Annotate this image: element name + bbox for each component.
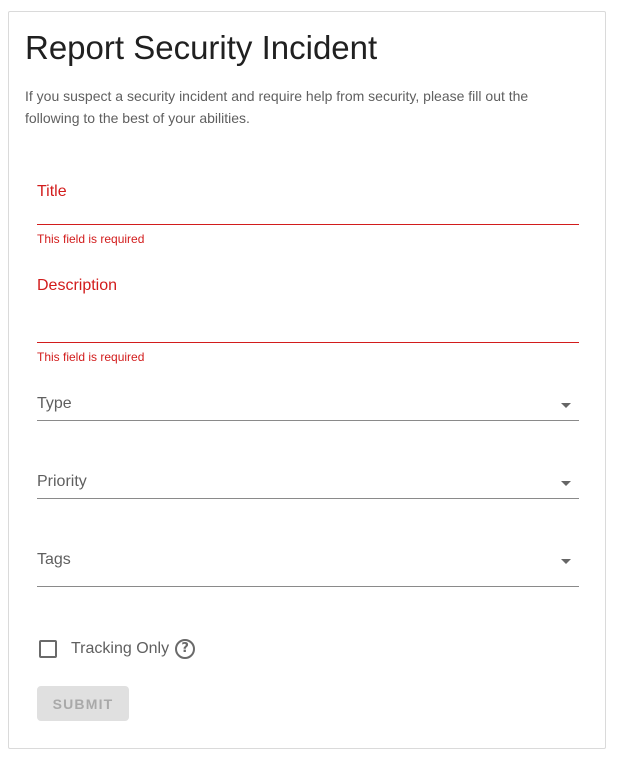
tags-select[interactable]: Tags <box>37 546 579 588</box>
chevron-down-icon <box>561 559 571 564</box>
type-select-underline <box>37 420 579 421</box>
help-circle-icon[interactable]: ? <box>175 639 196 659</box>
description-field[interactable]: Description This field is required <box>37 272 579 368</box>
tags-select-underline <box>37 586 579 587</box>
form-intro-text: If you suspect a security incident and r… <box>25 88 529 126</box>
incident-form-card: Report Security Incident If you suspect … <box>8 11 606 749</box>
priority-select[interactable]: Priority <box>37 468 579 500</box>
page-title: Report Security Incident <box>25 29 378 66</box>
chevron-down-icon <box>561 403 571 408</box>
tags-select-label: Tags <box>37 551 71 568</box>
title-field-underline <box>37 224 579 225</box>
type-select[interactable]: Type <box>37 390 579 422</box>
chevron-down-icon <box>561 481 571 486</box>
description-field-underline <box>37 342 579 343</box>
submit-button[interactable]: SUBMIT <box>37 686 129 721</box>
tracking-only-row: Tracking Only ? <box>39 637 196 661</box>
tracking-only-checkbox[interactable] <box>39 640 57 658</box>
description-field-label: Description <box>37 277 118 294</box>
priority-select-underline <box>37 498 579 499</box>
type-select-label: Type <box>37 395 72 412</box>
title-field[interactable]: Title This field is required <box>37 178 579 248</box>
title-field-error: This field is required <box>37 232 145 246</box>
title-field-label: Title <box>37 183 67 200</box>
description-field-error: This field is required <box>37 350 145 364</box>
priority-select-label: Priority <box>37 473 87 490</box>
tracking-only-label[interactable]: Tracking Only <box>71 640 169 658</box>
